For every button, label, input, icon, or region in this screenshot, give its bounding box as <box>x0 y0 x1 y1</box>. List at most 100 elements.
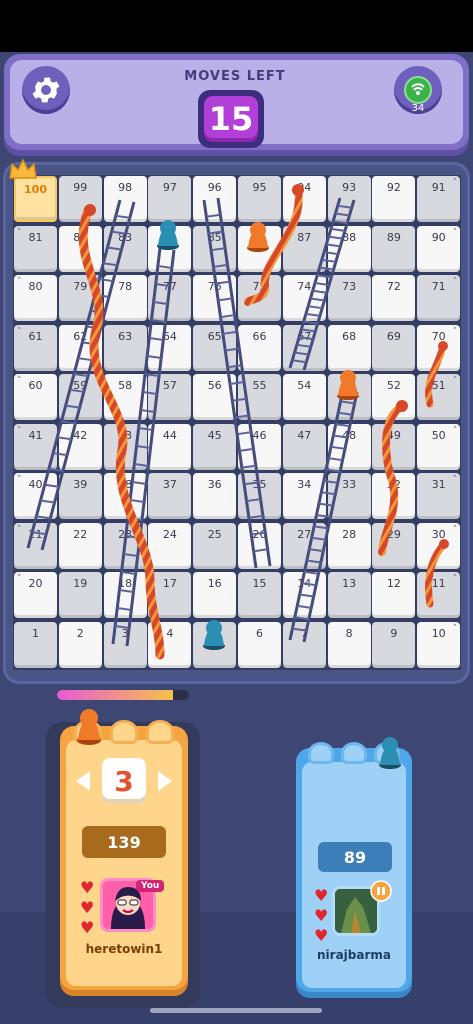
cell-number: 100 <box>24 183 47 196</box>
board-cell-82: 82 <box>58 225 102 272</box>
player2-score: 89 <box>318 842 392 872</box>
cell-number: 72 <box>386 280 401 293</box>
board-cell-96: 96 <box>193 176 237 222</box>
direction-arrow-icon: ˄ <box>452 524 458 535</box>
cell-number: 10 <box>431 626 446 640</box>
cell-number: 98 <box>118 181 133 194</box>
board-cell-60: 60 ˄ <box>14 374 57 420</box>
board-cell-33: 33 <box>327 473 371 519</box>
cell-number: 48 <box>342 428 357 442</box>
board-cell-97: 97 <box>148 176 192 222</box>
cell-number: 20 <box>28 577 43 590</box>
board-cell-77: 77 <box>148 275 192 321</box>
board-cell-47: 47 <box>282 423 326 470</box>
board-cell-63: 63 <box>103 324 147 371</box>
player1-score: 139 <box>82 826 166 858</box>
dice-right-arrow <box>158 771 172 791</box>
board-cell-90: 90 ˄ <box>417 225 461 272</box>
settings-button[interactable] <box>22 66 70 114</box>
direction-arrow-icon: ˄ <box>452 376 458 386</box>
cell-number: 4 <box>166 626 174 640</box>
board-cell-64: 64 <box>148 324 192 371</box>
board-cell-24: 24 <box>148 522 192 569</box>
cell-number: 13 <box>342 577 357 590</box>
board-cell-91: 91 ˄ <box>417 176 461 222</box>
you-badge: You <box>136 880 165 892</box>
cell-number: 94 <box>297 181 312 194</box>
home-indicator[interactable] <box>150 1008 322 1013</box>
board-cell-1: 1 <box>14 621 57 668</box>
board-cell-69: 69 <box>372 324 416 371</box>
direction-arrow-icon: ˄ <box>452 623 458 634</box>
board-cell-26: 26 <box>238 522 281 569</box>
board-cell-11: 11 ˄ <box>417 572 461 618</box>
player2-pawn-icon <box>379 737 401 769</box>
board-cell-41: 41 ˄ <box>14 423 57 470</box>
cell-number: 6 <box>256 626 263 640</box>
board-cell-16: 16 <box>193 572 237 618</box>
cell-number: 76 <box>207 280 222 293</box>
cell-number: 29 <box>386 527 401 541</box>
cell-number: 2 <box>76 626 84 640</box>
cell-number: 83 <box>118 230 133 244</box>
cell-number: 35 <box>252 478 267 491</box>
board-cell-9: 9 <box>372 621 416 668</box>
board-cell-45: 45 <box>193 423 237 470</box>
cell-number: 37 <box>162 478 177 491</box>
heart-icon: ♥ <box>314 886 329 905</box>
direction-arrow-icon: ˄ <box>17 227 22 238</box>
board-cell-6: 6 <box>238 621 281 668</box>
cell-number: 99 <box>73 181 88 194</box>
heart-icon: ♥ <box>314 926 329 945</box>
cell-number: 86 <box>252 230 267 244</box>
direction-arrow-icon: ˄ <box>17 326 22 337</box>
cell-number: 92 <box>386 181 401 194</box>
board-cell-67: 67 <box>282 324 326 371</box>
cell-number: 38 <box>118 478 133 491</box>
cell-number: 14 <box>297 577 312 590</box>
board-cell-39: 39 <box>58 473 102 519</box>
board-cell-73: 73 <box>327 275 371 321</box>
cell-number: 33 <box>342 478 357 491</box>
board-cell-32: 32 <box>372 473 416 519</box>
cell-number: 50 <box>431 428 446 442</box>
board-cell-75: 75 <box>238 275 281 321</box>
cell-number: 90 <box>431 230 446 244</box>
cell-number: 49 <box>386 428 401 442</box>
cell-number: 68 <box>342 329 357 343</box>
board-cell-58: 58 <box>103 374 147 420</box>
cell-number: 41 <box>28 428 43 442</box>
cell-number: 53 <box>342 379 357 392</box>
board-cell-38: 38 <box>103 473 147 519</box>
turn-timer-fill <box>57 690 174 700</box>
board-cell-51: 51 ˄ <box>417 374 461 420</box>
board-cell-59: 59 <box>58 374 102 420</box>
direction-arrow-icon: ˄ <box>452 277 458 287</box>
board-cell-94: 94 <box>282 176 326 222</box>
heart-icon: ♥ <box>80 898 95 917</box>
board-cell-25: 25 <box>193 522 237 569</box>
cell-number: 8 <box>345 626 353 640</box>
cell-number: 17 <box>162 577 177 590</box>
board-cell-27: 27 <box>282 522 326 569</box>
direction-arrow-icon: ˄ <box>452 326 458 337</box>
board-cell-79: 79 <box>58 275 102 321</box>
board-cell-62: 62 <box>58 324 102 371</box>
cell-number: 9 <box>390 626 398 640</box>
heart-icon: ♥ <box>80 878 95 897</box>
status-bar <box>0 0 473 52</box>
dice-button[interactable]: 3 <box>102 758 146 804</box>
direction-arrow-icon: ˄ <box>17 376 22 386</box>
cell-number: 69 <box>386 329 401 343</box>
cell-number: 39 <box>73 478 88 491</box>
board-cell-61: 61 ˄ <box>14 324 57 371</box>
board-cell-84: 84 <box>148 225 192 272</box>
signal-icon <box>404 76 432 104</box>
crown-icon <box>9 158 37 179</box>
cell-number: 89 <box>386 230 401 244</box>
board-cell-20: 20 ˄ <box>14 572 57 618</box>
card-ring <box>341 742 367 764</box>
board-cell-36: 36 <box>193 473 237 519</box>
cell-number: 97 <box>162 181 177 194</box>
board-cell-37: 37 <box>148 473 192 519</box>
